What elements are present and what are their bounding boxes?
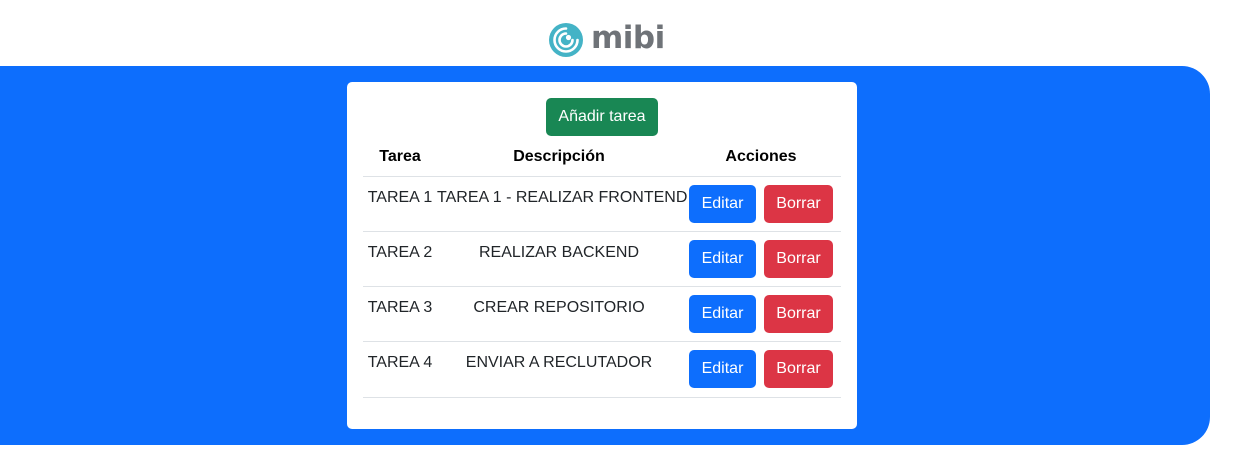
table-row: TAREA 1 TAREA 1 - REALIZAR FRONTEND Edit… (363, 176, 841, 232)
tasks-card: Añadir tarea Tarea Descripción Acciones … (347, 82, 857, 429)
column-header-task: Tarea (379, 148, 421, 165)
add-task-button[interactable]: Añadir tarea (546, 98, 658, 136)
edit-button[interactable]: Editar (689, 350, 756, 388)
delete-button[interactable]: Borrar (764, 350, 833, 388)
task-cell: TAREA 4 (367, 354, 433, 371)
task-cell: TAREA 1 (367, 189, 433, 206)
header: mibi (0, 0, 1241, 66)
delete-button[interactable]: Borrar (764, 240, 833, 278)
brand-name: mibi (591, 20, 665, 56)
delete-button[interactable]: Borrar (764, 185, 833, 223)
brand-logo[interactable]: mibi (548, 20, 665, 58)
description-cell: REALIZAR BACKEND (478, 244, 640, 261)
description-cell: TAREA 1 - REALIZAR FRONTEND (437, 189, 688, 206)
edit-button[interactable]: Editar (689, 240, 756, 278)
description-cell: CREAR REPOSITORIO (473, 299, 645, 316)
table-row: TAREA 2 REALIZAR BACKEND Editar Borrar (363, 231, 841, 287)
edit-button[interactable]: Editar (689, 295, 756, 333)
column-header-description: Descripción (513, 148, 605, 165)
task-cell: TAREA 3 (367, 299, 433, 316)
edit-button[interactable]: Editar (689, 185, 756, 223)
table-row: TAREA 3 CREAR REPOSITORIO Editar Borrar (363, 286, 841, 342)
mibi-logo-icon (549, 23, 583, 57)
column-header-actions: Acciones (725, 148, 797, 165)
task-cell: TAREA 2 (367, 244, 433, 261)
delete-button[interactable]: Borrar (764, 295, 833, 333)
description-cell: ENVIAR A RECLUTADOR (465, 354, 653, 371)
table-row: TAREA 4 ENVIAR A RECLUTADOR Editar Borra… (363, 341, 841, 398)
